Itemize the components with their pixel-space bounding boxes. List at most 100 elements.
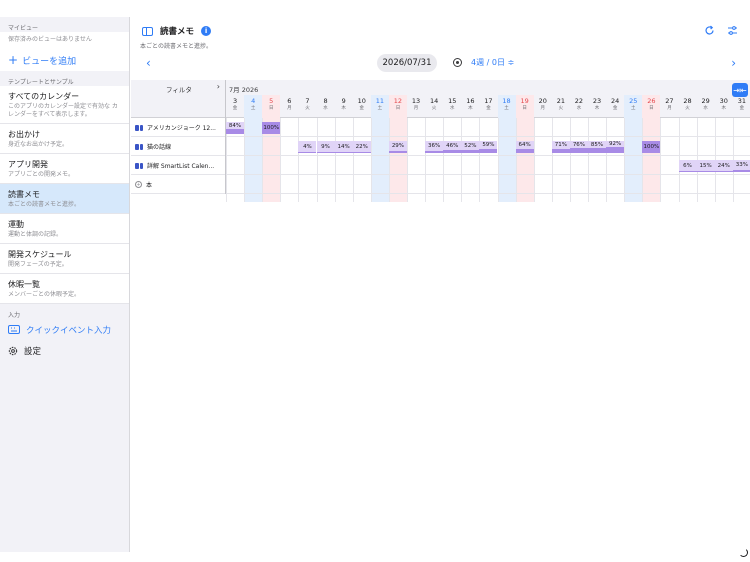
weekday-label: 金 <box>612 106 618 111</box>
weekday-label: 金 <box>359 106 364 111</box>
progress-cell[interactable]: 85% <box>588 141 607 153</box>
sidebar-toggle-icon[interactable] <box>142 26 153 36</box>
template-item[interactable]: 開発スケジュール 開発フェーズの予定。 <box>0 244 129 274</box>
row-label[interactable]: + 本 <box>131 175 226 194</box>
progress-cell[interactable]: 36% <box>425 141 444 153</box>
day-header[interactable]: 30 木 <box>715 95 733 118</box>
day-header[interactable]: 12 日 <box>388 95 407 118</box>
template-item[interactable]: 読書メモ 本ごとの読書メモと進捗。 <box>0 184 129 214</box>
day-header[interactable]: 28 火 <box>679 95 697 118</box>
day-header[interactable]: 29 水 <box>697 95 715 118</box>
progress-cell[interactable]: 76% <box>569 141 588 153</box>
progress-cell[interactable]: 64% <box>515 141 534 153</box>
day-number: 13 <box>411 97 421 105</box>
template-item-title: 休暇一覧 <box>8 280 40 289</box>
progress-cell[interactable]: 24% <box>714 160 733 172</box>
day-number: 25 <box>629 97 638 105</box>
day-header[interactable]: 13 月 <box>407 95 425 118</box>
progress-cell[interactable]: 4% <box>298 141 317 153</box>
today-target-icon[interactable] <box>453 58 462 67</box>
day-header[interactable]: 25 土 <box>624 95 643 118</box>
progress-cell[interactable]: 100% <box>262 122 281 134</box>
day-header[interactable]: 18 土 <box>497 95 516 118</box>
day-header[interactable]: 24 金 <box>606 95 624 118</box>
day-number: 21 <box>556 97 565 105</box>
progress-cell[interactable]: 46% <box>443 141 462 153</box>
progress-cell[interactable]: 59% <box>479 141 498 153</box>
weekday-label: 金 <box>486 106 491 111</box>
day-header[interactable]: 22 水 <box>570 95 588 118</box>
row-label[interactable]: 猫の話線 <box>131 137 226 156</box>
day-number: 26 <box>647 97 656 105</box>
weekday-label: 土 <box>377 106 383 111</box>
progress-cell[interactable]: 84% <box>226 122 245 134</box>
progress-cell[interactable]: 52% <box>461 141 480 153</box>
progress-cell[interactable]: 6% <box>678 160 697 172</box>
day-header[interactable]: 26 日 <box>642 95 661 118</box>
settings-button[interactable]: 設定 <box>0 340 129 361</box>
loading-spinner-icon <box>739 548 748 557</box>
progress-cell[interactable]: 33% <box>732 160 750 172</box>
add-view-button[interactable]: + ビューを追加 <box>0 49 129 71</box>
day-header[interactable]: 14 火 <box>425 95 443 118</box>
day-number: 14 <box>430 97 439 105</box>
weekday-label: 火 <box>431 106 437 111</box>
day-header[interactable]: 11 土 <box>370 95 389 118</box>
template-item[interactable]: アプリ開発 アプリごとの開発メモ。 <box>0 154 129 184</box>
weekday-label: 水 <box>449 106 455 111</box>
progress-cell[interactable]: 29% <box>388 141 407 153</box>
day-header[interactable]: 3金 <box>226 95 244 118</box>
refresh-icon[interactable] <box>704 25 715 36</box>
day-header[interactable]: 4土 <box>244 95 263 118</box>
template-item[interactable]: お出かけ 身近なお出かけ予定。 <box>0 124 129 154</box>
weekday-label: 金 <box>232 106 238 111</box>
template-item[interactable]: 休暇一覧メンバーごとの休暇予定。 <box>0 274 129 304</box>
date-navigation: ‹ 2026/07/31 4週 / 0日 ≑ › <box>131 53 750 73</box>
add-view-label: ビューを追加 <box>22 56 77 67</box>
day-header[interactable]: 17 金 <box>479 95 497 118</box>
template-item-subtitle: 本ごとの読書メモと進捗。 <box>8 201 80 208</box>
day-header[interactable]: 20 月 <box>534 95 552 118</box>
template-item[interactable]: すべてのカレンダー このアプリのカレンダー設定で有効な カレンダーをすべて表示しま… <box>0 86 129 124</box>
day-header[interactable]: 9木 <box>335 95 353 118</box>
day-header[interactable]: 31 金 <box>733 95 750 118</box>
day-header[interactable]: 19 日 <box>515 95 534 118</box>
quick-event-button[interactable]: クイックイベント入力 <box>0 319 129 340</box>
template-item-title: 運動 <box>8 220 24 229</box>
current-date-pill[interactable]: 2026/07/31 <box>377 54 437 72</box>
day-header[interactable]: 27 月 <box>660 95 678 118</box>
day-header[interactable]: 8水 <box>317 95 335 118</box>
day-header[interactable]: 7火 <box>298 95 316 118</box>
day-number: 18 <box>502 97 511 105</box>
previous-period-button[interactable]: ‹ <box>146 56 151 70</box>
weekday-label: 火 <box>305 106 310 111</box>
progress-cell[interactable]: 9% <box>316 141 335 153</box>
template-item-subtitle: メンバーごとの休暇予定。 <box>8 291 80 298</box>
day-header[interactable]: 10 金 <box>353 95 371 118</box>
info-icon[interactable]: i <box>201 26 212 36</box>
progress-cell[interactable]: 15% <box>696 160 715 172</box>
day-header[interactable]: 16 木 <box>461 95 479 118</box>
weekday-label: 金 <box>739 106 745 111</box>
day-header[interactable]: 23 木 <box>588 95 606 118</box>
template-item-subtitle: このアプリのカレンダー設定で有効な カレンダーをすべて表示します。 <box>8 103 118 118</box>
progress-cell[interactable]: 22% <box>352 141 371 153</box>
row-label[interactable]: アメリカンジョーク 12... <box>131 118 226 137</box>
day-header[interactable]: 15 水 <box>443 95 461 118</box>
progress-cell[interactable]: 14% <box>334 141 353 153</box>
progress-cell[interactable]: 92% <box>606 141 625 153</box>
progress-cell[interactable]: 71% <box>551 141 570 153</box>
sliders-icon[interactable] <box>727 25 738 36</box>
day-number: 15 <box>448 97 457 105</box>
row-label[interactable]: 詳解 SmartList Calen... <box>131 156 226 175</box>
next-period-button[interactable]: › <box>731 56 736 70</box>
day-header[interactable]: 6月 <box>280 95 298 118</box>
day-header[interactable]: 5日 <box>262 95 281 118</box>
section-header-my-views: マイビュー <box>8 25 39 32</box>
page-subtitle: 本ごとの読書メモと進捗。 <box>140 43 212 50</box>
span-selector[interactable]: 4週 / 0日 ≑ <box>471 57 514 68</box>
template-item[interactable]: 運動 運動と体調の記録。 <box>0 214 129 244</box>
progress-cell[interactable]: 100% <box>642 141 661 153</box>
filter-cell[interactable]: フィルタ › <box>131 80 226 118</box>
day-header[interactable]: 21 火 <box>552 95 570 118</box>
